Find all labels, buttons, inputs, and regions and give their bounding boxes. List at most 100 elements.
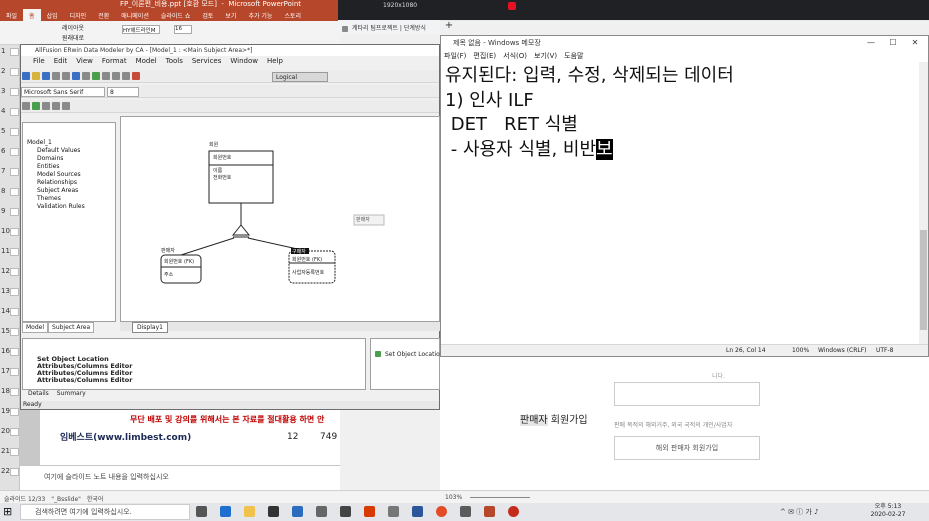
open-icon[interactable]	[32, 72, 40, 80]
slide-thumbnail[interactable]	[10, 268, 19, 276]
zoom-fit-icon[interactable]	[122, 72, 130, 80]
record-app-icon[interactable]	[508, 506, 519, 517]
slide-number[interactable]: 8	[1, 187, 5, 195]
notepad-vscroll-thumb[interactable]	[920, 230, 927, 330]
tree-item-model[interactable]: Model_1	[27, 139, 52, 146]
subtype-tool-icon[interactable]	[42, 102, 50, 110]
overseas-seller-join-button[interactable]: 해외 판매자 회원가입	[614, 436, 760, 460]
np-menu-file[interactable]: 파일(F)	[444, 52, 466, 60]
menu-format[interactable]: Format	[102, 57, 127, 65]
slide-number[interactable]: 15	[1, 327, 10, 335]
store-icon[interactable]	[268, 506, 279, 517]
grid-icon[interactable]	[82, 72, 90, 80]
tree-item-domains[interactable]: Domains	[37, 155, 63, 162]
slide-thumbnail[interactable]	[10, 188, 19, 196]
font-size-select[interactable]: 8	[107, 87, 139, 97]
slide-number[interactable]: 4	[1, 107, 5, 115]
slide-thumbnail[interactable]	[10, 448, 19, 456]
notepad-icon[interactable]	[460, 506, 471, 517]
ppt-size-select[interactable]: 16	[174, 25, 192, 34]
search-app-icon[interactable]	[340, 506, 351, 517]
slide-thumbnail[interactable]	[10, 48, 19, 56]
slide-thumbnail[interactable]	[10, 228, 19, 236]
entity-tool-icon[interactable]	[32, 102, 40, 110]
slide-thumbnail[interactable]	[10, 468, 19, 476]
notes-pane[interactable]: 여기에 슬라이드 노트 내용을 입력하십시오	[20, 465, 340, 490]
slide-number[interactable]: 19	[1, 407, 10, 415]
select-tool-icon[interactable]	[22, 102, 30, 110]
slide-number[interactable]: 11	[1, 247, 10, 255]
diagram-hscroll[interactable]	[120, 322, 440, 331]
new-tab-button[interactable]: +	[442, 20, 456, 35]
display-tab[interactable]: Display1	[132, 322, 168, 333]
close-button[interactable]: ✕	[904, 36, 926, 50]
save-icon[interactable]	[42, 72, 50, 80]
diagram-canvas[interactable]: 회원 회원번호 이름 전화번호 판매자 회원번호 (FK) 주소 구매자 회원번…	[120, 116, 440, 322]
tree-item-model-sources[interactable]: Model Sources	[37, 171, 81, 178]
slide-number[interactable]: 6	[1, 147, 5, 155]
menu-view[interactable]: View	[76, 57, 93, 65]
menu-model[interactable]: Model	[136, 57, 157, 65]
menu-help[interactable]: Help	[267, 57, 283, 65]
slide-thumbnail[interactable]	[10, 288, 19, 296]
tree-item-themes[interactable]: Themes	[37, 195, 61, 202]
ppt-layout-button[interactable]: 레이아웃	[62, 23, 84, 32]
slide-thumbnail[interactable]	[10, 308, 19, 316]
action-item[interactable]: Attributes/Columns Editor	[37, 376, 132, 384]
zoom-in-icon[interactable]	[102, 72, 110, 80]
view-mode-select[interactable]: Logical	[272, 72, 328, 82]
np-menu-help[interactable]: 도움말	[564, 52, 583, 60]
zoom-slider[interactable]	[470, 497, 530, 498]
slide-number[interactable]: 17	[1, 367, 10, 375]
tree-item-default-values[interactable]: Default Values	[37, 147, 80, 154]
slide-number[interactable]: 18	[1, 387, 10, 395]
windows-start-icon[interactable]: ⊞	[3, 505, 12, 518]
tab-subject-area[interactable]: Subject Area	[48, 322, 95, 333]
validate-icon[interactable]	[132, 72, 140, 80]
slide-thumbnail[interactable]	[10, 128, 19, 136]
slide-number[interactable]: 22	[1, 467, 10, 475]
slide-number[interactable]: 21	[1, 447, 10, 455]
app2-icon[interactable]	[388, 506, 399, 517]
action-detail-item[interactable]: Set Object Location	[385, 351, 444, 358]
edge-icon[interactable]	[220, 506, 231, 517]
menu-edit[interactable]: Edit	[54, 57, 68, 65]
menu-tools[interactable]: Tools	[166, 57, 183, 65]
slide-thumbnail[interactable]	[10, 428, 19, 436]
browser-tab[interactable]: 계타리 팀프로젝트 | 단계방식	[338, 20, 440, 35]
tab-details[interactable]: Details	[28, 390, 49, 397]
menu-window[interactable]: Window	[230, 57, 258, 65]
tab-summary[interactable]: Summary	[57, 390, 86, 397]
notepad-text-area[interactable]: 유지된다: 입력, 수정, 삭제되는 데이터 1) 인사 ILF DET RET …	[445, 64, 915, 340]
slide-number[interactable]: 12	[1, 267, 10, 275]
np-menu-edit[interactable]: 편집(E)	[473, 52, 496, 60]
tree-item-entities[interactable]: Entities	[37, 163, 59, 170]
slide-thumbnail[interactable]	[10, 388, 19, 396]
taskbar-clock[interactable]: 오후 5:13 2020-02-27	[868, 503, 908, 519]
model-icon[interactable]	[72, 72, 80, 80]
slide-number[interactable]: 1	[1, 47, 5, 55]
slide-thumbnail[interactable]	[10, 328, 19, 336]
text-tool-icon[interactable]	[62, 102, 70, 110]
slide-thumbnail[interactable]	[10, 148, 19, 156]
system-tray[interactable]: ^ ✉ ⓘ 가 ♪	[780, 507, 819, 517]
slide-thumbnail[interactable]	[10, 108, 19, 116]
web-signup-button[interactable]	[614, 382, 760, 406]
slide-number[interactable]: 16	[1, 347, 10, 355]
report-icon[interactable]	[62, 72, 70, 80]
tree-item-subject-areas[interactable]: Subject Areas	[37, 187, 78, 194]
tree-item-relationships[interactable]: Relationships	[37, 179, 77, 186]
mail-icon[interactable]	[292, 506, 303, 517]
slide-number[interactable]: 14	[1, 307, 10, 315]
slide-thumbnail[interactable]	[10, 248, 19, 256]
slide-thumbnail[interactable]	[10, 88, 19, 96]
task-view-icon[interactable]	[196, 506, 207, 517]
print-icon[interactable]	[52, 72, 60, 80]
slide-number[interactable]: 5	[1, 127, 5, 135]
slide-number[interactable]: 13	[1, 287, 10, 295]
chrome-icon[interactable]	[436, 506, 447, 517]
ppt-font-select[interactable]: HY헤드라인M	[122, 25, 160, 34]
slide-thumbnail[interactable]	[10, 348, 19, 356]
powerpoint-icon[interactable]	[484, 506, 495, 517]
maximize-button[interactable]: ☐	[882, 36, 904, 50]
